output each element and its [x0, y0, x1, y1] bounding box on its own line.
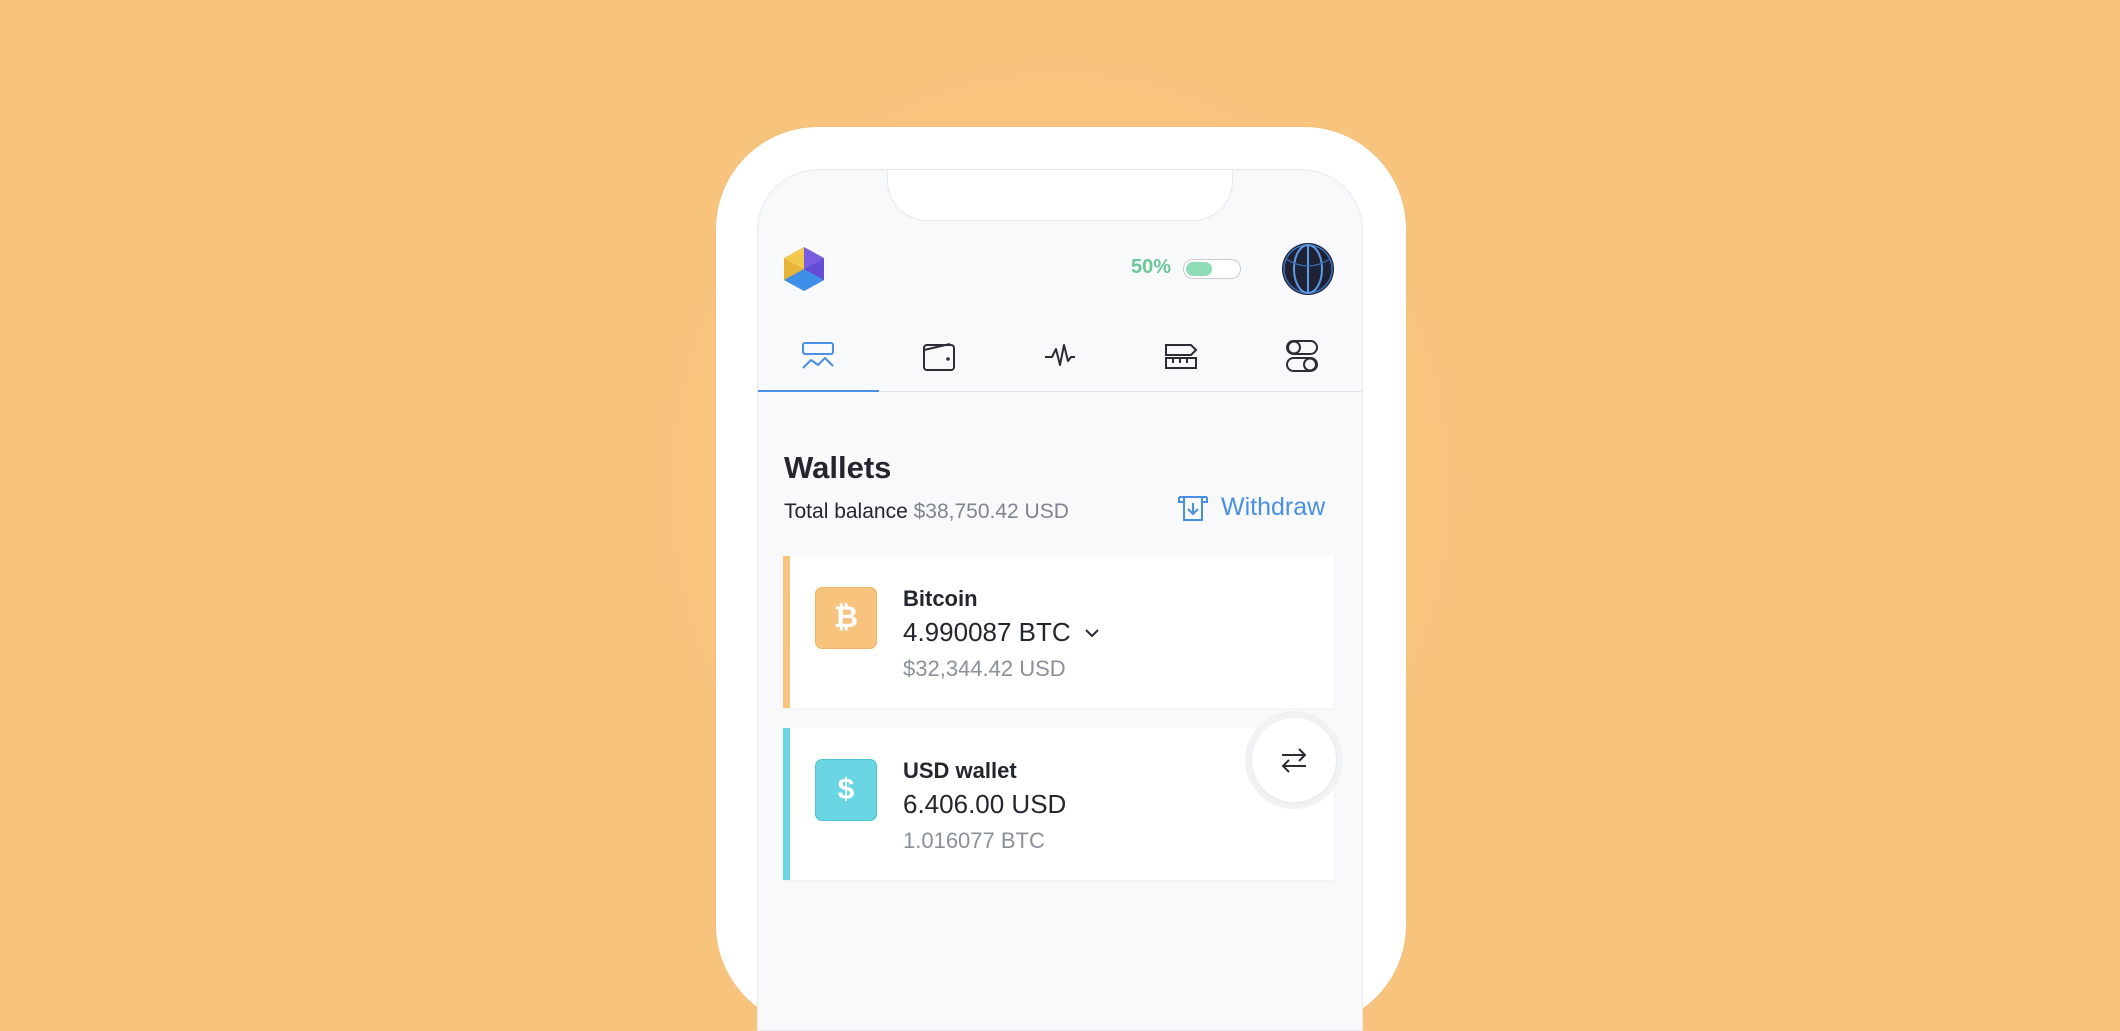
- activity-pulse-icon: [1044, 343, 1075, 366]
- wallet-icon: [923, 342, 956, 371]
- phone-frame: 50% Wallets Total balance $38,750.42 USD…: [716, 127, 1406, 1031]
- phone-notch: [887, 170, 1233, 221]
- tab-settings[interactable]: [1241, 320, 1362, 391]
- swap-button[interactable]: [1245, 711, 1343, 809]
- withdraw-label: Withdraw: [1221, 493, 1326, 521]
- tab-tools[interactable]: [1120, 320, 1241, 391]
- wallet-converted: $32,344.42 USD: [903, 656, 1066, 681]
- swap-arrows-icon: [1281, 748, 1307, 773]
- page-title: Wallets: [784, 450, 892, 485]
- battery-percentage: 50%: [1131, 256, 1172, 278]
- battery-fill: [1186, 262, 1212, 276]
- tab-dashboard[interactable]: [758, 320, 879, 392]
- bitcoin-icon: ₿: [815, 587, 877, 649]
- total-balance-label: Total balance: [784, 500, 908, 523]
- app-logo-icon: [784, 247, 824, 291]
- withdraw-button[interactable]: Withdraw: [1177, 493, 1325, 522]
- tab-activity[interactable]: [1000, 320, 1121, 391]
- wallet-amount-value: 6.406.00 USD: [903, 789, 1067, 819]
- tab-wallet[interactable]: [879, 320, 1000, 391]
- wallet-name: Bitcoin: [903, 586, 978, 611]
- wallet-stripe: [783, 556, 790, 708]
- avatar[interactable]: [1282, 243, 1334, 295]
- avatar-pattern-icon: [1283, 244, 1333, 294]
- wallet-converted: 1.016077 BTC: [903, 828, 1045, 853]
- app-screen: 50% Wallets Total balance $38,750.42 USD…: [757, 169, 1363, 1031]
- swap-button-inner[interactable]: [1252, 718, 1336, 802]
- toggle-settings-icon: [1285, 339, 1318, 372]
- wallet-amount[interactable]: 4.990087 BTC: [903, 617, 1103, 648]
- battery-indicator: [1183, 259, 1241, 279]
- wallet-amount: 6.406.00 USD: [903, 789, 1066, 820]
- chevron-down-icon[interactable]: [1081, 626, 1103, 640]
- total-balance: Total balance $38,750.42 USD: [784, 500, 1069, 524]
- wallet-name: USD wallet: [903, 758, 1017, 783]
- withdraw-icon: [1178, 495, 1208, 521]
- wallet-stripe: [783, 728, 790, 880]
- dollar-icon: $: [815, 759, 877, 821]
- dashboard-chart-icon: [802, 341, 835, 369]
- wallet-amount-value: 4.990087 BTC: [903, 617, 1071, 647]
- total-balance-value: $38,750.42 USD: [913, 500, 1069, 523]
- wallet-card-bitcoin[interactable]: ₿ Bitcoin 4.990087 BTC $32,344.42 USD: [783, 556, 1334, 708]
- ruler-tools-icon: [1164, 343, 1198, 369]
- main-tab-bar: [758, 320, 1362, 392]
